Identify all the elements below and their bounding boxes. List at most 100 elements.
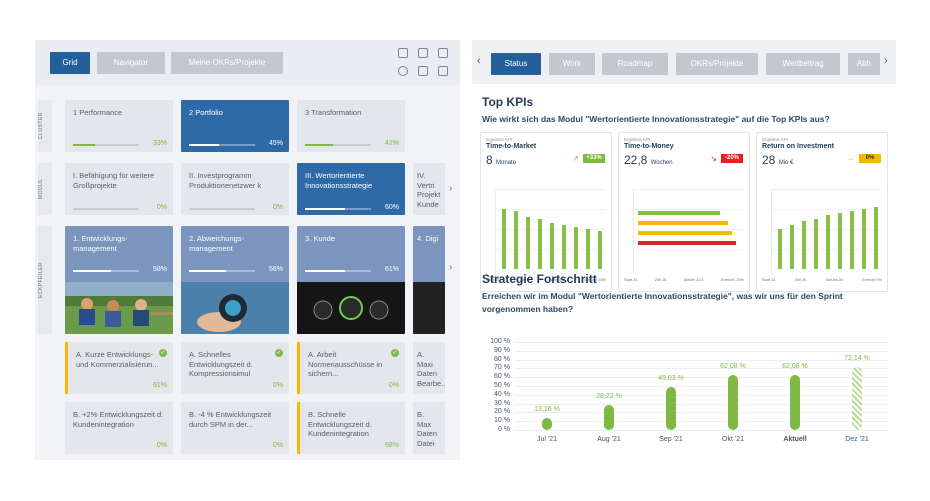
settings-icon[interactable] bbox=[438, 66, 448, 76]
okr-card[interactable]: A. Arbeit Normenausschüsse in sichern...… bbox=[297, 342, 405, 394]
card-title: 1. Entwicklungs- management bbox=[73, 234, 128, 253]
chart-bar bbox=[502, 209, 506, 269]
bar-value-label: 62,08 % bbox=[720, 363, 746, 371]
view-icon[interactable] bbox=[418, 48, 428, 58]
chart-bar bbox=[638, 241, 736, 245]
x-tick-label: Aug '21 bbox=[597, 436, 621, 443]
card-photo bbox=[413, 282, 445, 334]
y-tick-label: 60 % bbox=[494, 373, 510, 381]
refresh-icon[interactable] bbox=[398, 66, 408, 76]
cluster-card-performance[interactable]: 1 Performance 33% bbox=[65, 100, 173, 152]
grid-line bbox=[516, 350, 888, 352]
card-percent: 0% bbox=[272, 442, 283, 449]
kpi-footer: Start 24 Ziel 30 Aktuell 28 Erreicht 0% bbox=[762, 278, 882, 285]
card-title: B. Max Daten Datei bbox=[417, 410, 438, 448]
card-title: B. Schnelle Entwicklungszeit d. Kundenin… bbox=[308, 410, 372, 438]
chevron-right-icon[interactable]: › bbox=[449, 262, 452, 273]
eckpfeiler-card-1[interactable]: 1. Entwicklungs- management 58% bbox=[65, 226, 173, 334]
progress-bar bbox=[189, 270, 255, 272]
chart-bar bbox=[802, 221, 806, 269]
okr-card[interactable]: B. -4 % Entwicklungszeit durch SPM in de… bbox=[181, 402, 289, 454]
kpi-card-return-on-investment[interactable]: Ergebnis KPI Return on Investment 28 Mio… bbox=[756, 132, 888, 292]
okr-card[interactable]: B. Schnelle Entwicklungszeit d. Kundenin… bbox=[297, 402, 405, 454]
okr-card[interactable]: A. Schnelles Entwicklungszeit d. Kompres… bbox=[181, 342, 289, 394]
modul-card-3[interactable]: III. Wertorientierte Innovationsstrategi… bbox=[297, 163, 405, 215]
okr-card[interactable]: B. +2% Entwicklungszeit d. Kundenintegra… bbox=[65, 402, 173, 454]
y-tick-label: 0 % bbox=[497, 426, 510, 433]
eckpfeiler-card-3[interactable]: 3. Kunde 61% bbox=[297, 226, 405, 334]
chart-bar bbox=[862, 209, 866, 269]
smiley-faces-photo bbox=[297, 282, 405, 334]
card-percent: 0% bbox=[388, 382, 399, 389]
strategie-fortschritt-chart: 0 % 10 % 20 % 30 % 40 % 50 % 60 % 70 % 80 % 90 % 1… bbox=[472, 330, 896, 460]
modul-card-2[interactable]: II. Investprogramm Produktionenetzwer k … bbox=[181, 163, 289, 215]
chart-bar bbox=[538, 219, 542, 269]
okr-card[interactable]: B. Max Daten Datei bbox=[413, 402, 445, 454]
eckpfeiler-card-4[interactable]: 4. Digi bbox=[413, 226, 445, 334]
chart-bar bbox=[514, 211, 518, 269]
okr-card[interactable]: A. Maxi Daten Bearbe... bbox=[413, 342, 445, 394]
grid-line bbox=[496, 189, 605, 190]
chevron-right-icon[interactable]: › bbox=[449, 183, 452, 194]
chart-bar bbox=[838, 213, 842, 269]
tab-work[interactable]: Work bbox=[549, 53, 595, 75]
tab-grid[interactable]: Grid bbox=[50, 52, 90, 74]
view-icon[interactable] bbox=[398, 48, 408, 58]
progress-bar[interactable] bbox=[666, 386, 676, 430]
chart-bar bbox=[814, 219, 818, 269]
progress-bar[interactable] bbox=[728, 375, 738, 430]
x-tick-label: Sep '21 bbox=[659, 436, 683, 443]
view-icon[interactable] bbox=[438, 48, 448, 58]
kpi-delta: 0% bbox=[859, 154, 881, 163]
card-percent: 68% bbox=[384, 442, 399, 449]
grid-line bbox=[516, 403, 888, 405]
kpi-name: Time-to-Market bbox=[486, 143, 537, 150]
chevron-left-icon[interactable]: ‹ bbox=[477, 55, 481, 67]
progress-bar[interactable] bbox=[852, 366, 862, 430]
trend-down-icon: ↘ bbox=[710, 154, 717, 163]
modul-card-1[interactable]: I. Befähigung für weitere Großprojekte 0… bbox=[65, 163, 173, 215]
tab-roadmap[interactable]: Roadmap bbox=[602, 53, 668, 75]
y-tick-label: 40 % bbox=[494, 390, 510, 398]
kpi-sparkchart bbox=[633, 189, 743, 275]
kpi-card-time-to-market[interactable]: Ergebnis KPI Time-to-Market 8 Monate ↗ +… bbox=[480, 132, 612, 292]
kpi-sparkchart bbox=[771, 189, 881, 275]
progress-bar[interactable] bbox=[542, 418, 552, 430]
okr-card[interactable]: A. Kurze Entwicklungs- und Kommerzialisi… bbox=[65, 342, 173, 394]
x-tick-label: Okt '21 bbox=[722, 436, 744, 443]
left-toolbar: Grid Navigator Meine OKRs/Projekte bbox=[35, 40, 460, 85]
grid-line bbox=[634, 229, 743, 230]
bar-value-label: 13,16 % bbox=[534, 406, 560, 414]
kpi-unit: Wochen bbox=[650, 160, 673, 166]
progress-fill bbox=[305, 208, 345, 210]
tab-wertbeitrag[interactable]: Wertbeitrag bbox=[766, 53, 840, 75]
tab-meine-okrs[interactable]: Meine OKRs/Projekte bbox=[171, 52, 283, 74]
kpi-card-time-to-money[interactable]: Ergebnis KPI Time-to-Money 22,8 Wochen ↘… bbox=[618, 132, 750, 292]
chart-bar bbox=[550, 223, 554, 269]
edit-icon[interactable] bbox=[418, 66, 428, 76]
card-title: 3 Transformation bbox=[305, 108, 362, 117]
chevron-right-icon[interactable]: › bbox=[884, 55, 888, 67]
grid-line bbox=[496, 209, 605, 210]
progress-bar[interactable] bbox=[790, 375, 800, 430]
modul-card-4[interactable]: IV. Vertri Projekt Kunde bbox=[413, 163, 445, 215]
cluster-card-transformation[interactable]: 3 Transformation 42% bbox=[297, 100, 405, 152]
tab-navigator[interactable]: Navigator bbox=[97, 52, 165, 74]
left-panel: Grid Navigator Meine OKRs/Projekte CLUST… bbox=[35, 40, 460, 460]
progress-question: Erreichen wir im Modul "Wertorientierte … bbox=[482, 291, 843, 314]
tab-okrs-projekte[interactable]: OKRs/Projekte bbox=[676, 53, 758, 75]
progress-bar bbox=[305, 144, 371, 146]
y-tick-label: 80 % bbox=[494, 355, 510, 363]
y-tick-label: 70 % bbox=[494, 364, 510, 372]
x-tick-label: Dez '21 bbox=[845, 436, 869, 443]
app-root: Grid Navigator Meine OKRs/Projekte CLUST… bbox=[0, 0, 930, 501]
cluster-card-portfolio[interactable]: 2 Portfolio 45% bbox=[181, 100, 289, 152]
kpi-value: 28 Mio € bbox=[762, 153, 793, 167]
progress-bar[interactable] bbox=[604, 405, 614, 430]
grid-line bbox=[516, 421, 888, 423]
bar-value-label: 62,08 % bbox=[782, 363, 808, 371]
progress-bar bbox=[73, 144, 139, 146]
eckpfeiler-card-2[interactable]: 2. Abweichungs- management 56% bbox=[181, 226, 289, 334]
tab-abh[interactable]: Abh bbox=[848, 53, 880, 75]
tab-status[interactable]: Status bbox=[491, 53, 541, 75]
